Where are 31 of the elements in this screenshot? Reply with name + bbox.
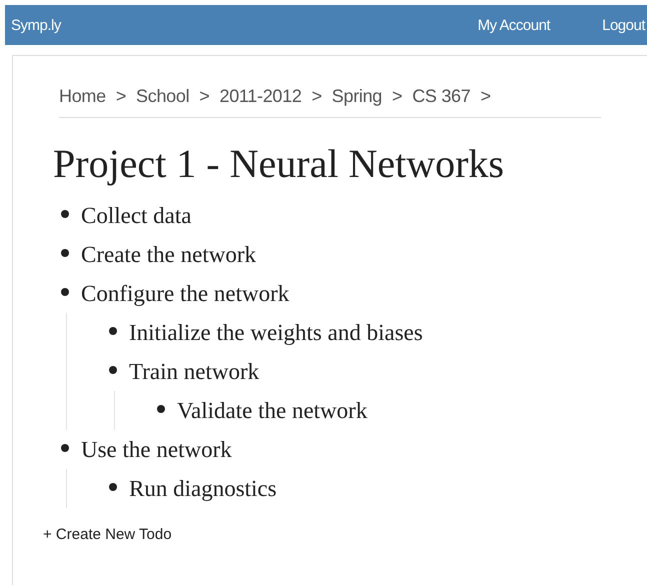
page-title: Project 1 - Neural Networks <box>53 140 505 188</box>
todo-item[interactable]: Initialize the weights and biases <box>129 320 423 346</box>
breadcrumb-link[interactable]: School <box>136 86 190 107</box>
breadcrumb-link[interactable]: Home <box>59 86 106 107</box>
nav-link[interactable]: Logout <box>602 16 645 34</box>
create-todo-link[interactable]: + Create New Todo <box>43 526 172 543</box>
todo-item[interactable]: Run diagnostics <box>129 476 277 502</box>
breadcrumb-link[interactable]: 2011-2012 <box>220 86 302 107</box>
todo-item[interactable]: Use the network <box>81 436 232 462</box>
breadcrumb-separator: > <box>116 86 126 107</box>
brand-link[interactable]: Symp.ly <box>5 16 61 34</box>
bullet-icon <box>157 404 165 412</box>
breadcrumb-separator: > <box>312 86 322 107</box>
todo-item[interactable]: Train network <box>129 358 260 384</box>
bullet-icon <box>61 210 69 218</box>
bullet-icon <box>109 366 117 374</box>
breadcrumb-separator: > <box>199 86 210 107</box>
nav-link[interactable]: My Account <box>478 16 550 34</box>
breadcrumb-separator: > <box>392 86 402 107</box>
bullet-icon <box>61 248 69 256</box>
breadcrumb-link[interactable]: Spring <box>332 86 382 107</box>
breadcrumb-separator: > <box>480 86 491 107</box>
bullet-icon <box>109 326 117 334</box>
bullet-icon <box>61 444 69 452</box>
todo-item[interactable]: Validate the network <box>177 398 368 424</box>
bullet-icon <box>109 482 117 490</box>
todo-item[interactable]: Configure the network <box>81 280 290 306</box>
todo-item[interactable]: Collect data <box>81 202 192 228</box>
breadcrumb-link[interactable]: CS 367 <box>412 86 470 107</box>
todo-item[interactable]: Create the network <box>81 242 256 268</box>
bullet-icon <box>61 288 69 296</box>
